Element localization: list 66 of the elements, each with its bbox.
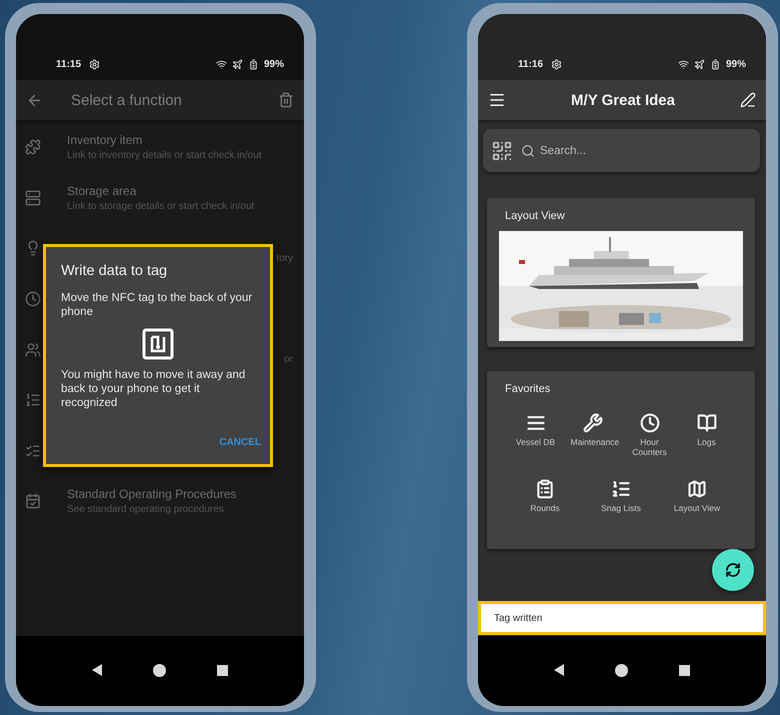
dialog-message: Move the NFC tag to the back of your phone (61, 291, 254, 319)
favorite-shortcut[interactable]: Snag Lists (583, 479, 659, 535)
gear-icon (551, 59, 562, 70)
search-icon (521, 144, 535, 158)
list-item-icon (25, 190, 41, 206)
list-item-icon (25, 291, 41, 308)
battery-level: 99% (264, 59, 284, 70)
function-description: See standard operating procedures (67, 504, 225, 516)
status-time: 11:15 (56, 59, 82, 70)
recents-button[interactable] (217, 664, 228, 676)
function-title[interactable]: Storage area (67, 184, 254, 198)
dialog-title: Write data to tag (61, 263, 168, 279)
pen-icon[interactable] (740, 92, 756, 108)
qr-scan-icon[interactable] (491, 140, 513, 162)
list-item-icon (25, 139, 41, 156)
function-description: or (284, 354, 293, 366)
status-time: 11:16 (518, 59, 544, 70)
shortcut-icon (687, 479, 707, 499)
favorite-shortcut[interactable]: Layout View (659, 479, 735, 535)
back-button[interactable] (92, 664, 102, 676)
screen-title: Select a function (71, 92, 183, 108)
list-item-icon (25, 442, 41, 459)
list-item-icon (25, 342, 41, 358)
favorite-shortcut[interactable]: Maintenance (564, 413, 621, 469)
function-title[interactable]: Inventory item (67, 133, 262, 148)
battery-level: 99% (726, 59, 746, 70)
nfc-icon (142, 328, 174, 360)
function-description: Link to inventory details or start check in/out (67, 150, 262, 162)
vessel-title: M/Y Great Idea (571, 92, 675, 108)
shortcut-icon (696, 413, 716, 433)
menu-icon[interactable] (488, 91, 506, 109)
shortcut-icon (535, 479, 555, 499)
wifi-icon (216, 59, 227, 70)
airplane-icon (694, 59, 705, 70)
gear-icon (89, 59, 100, 70)
favorite-shortcut[interactable]: Logs (678, 413, 735, 469)
list-item-icon (25, 392, 41, 408)
recents-button[interactable] (679, 664, 690, 676)
back-button[interactable] (554, 664, 564, 676)
function-title[interactable]: Standard Operating Procedures (67, 487, 236, 502)
shortcut-icon (611, 479, 631, 499)
sync-button[interactable] (712, 549, 754, 591)
snackbar: Tag written (478, 601, 766, 635)
search-field[interactable]: Search... (483, 129, 760, 172)
favorite-shortcut[interactable]: Hour Counters (621, 413, 678, 469)
shortcut-icon (526, 413, 546, 433)
home-button[interactable] (152, 664, 166, 676)
search-input[interactable]: Search... (538, 144, 752, 158)
card-title: Favorites (505, 383, 552, 395)
function-description: Link to storage details or start check in/out (67, 200, 254, 212)
airplane-icon (232, 59, 243, 70)
favorite-shortcut[interactable]: Vessel DB (507, 413, 564, 469)
function-description: tory (276, 253, 293, 264)
shortcut-icon (640, 413, 660, 433)
favorite-shortcut[interactable]: Rounds (507, 479, 583, 535)
shortcut-icon (582, 413, 602, 433)
wifi-icon (678, 59, 689, 70)
battery-icon (248, 59, 259, 70)
dialog-hint: You might have to move it away and back to your phone to get it recognized (61, 368, 246, 410)
layout-card[interactable]: Layout View (487, 198, 755, 347)
trash-icon[interactable] (278, 92, 294, 108)
battery-icon (710, 59, 721, 70)
list-item-icon (25, 493, 41, 510)
sync-icon (725, 562, 741, 578)
card-title: Layout View (505, 210, 566, 222)
home-button[interactable] (614, 664, 628, 676)
